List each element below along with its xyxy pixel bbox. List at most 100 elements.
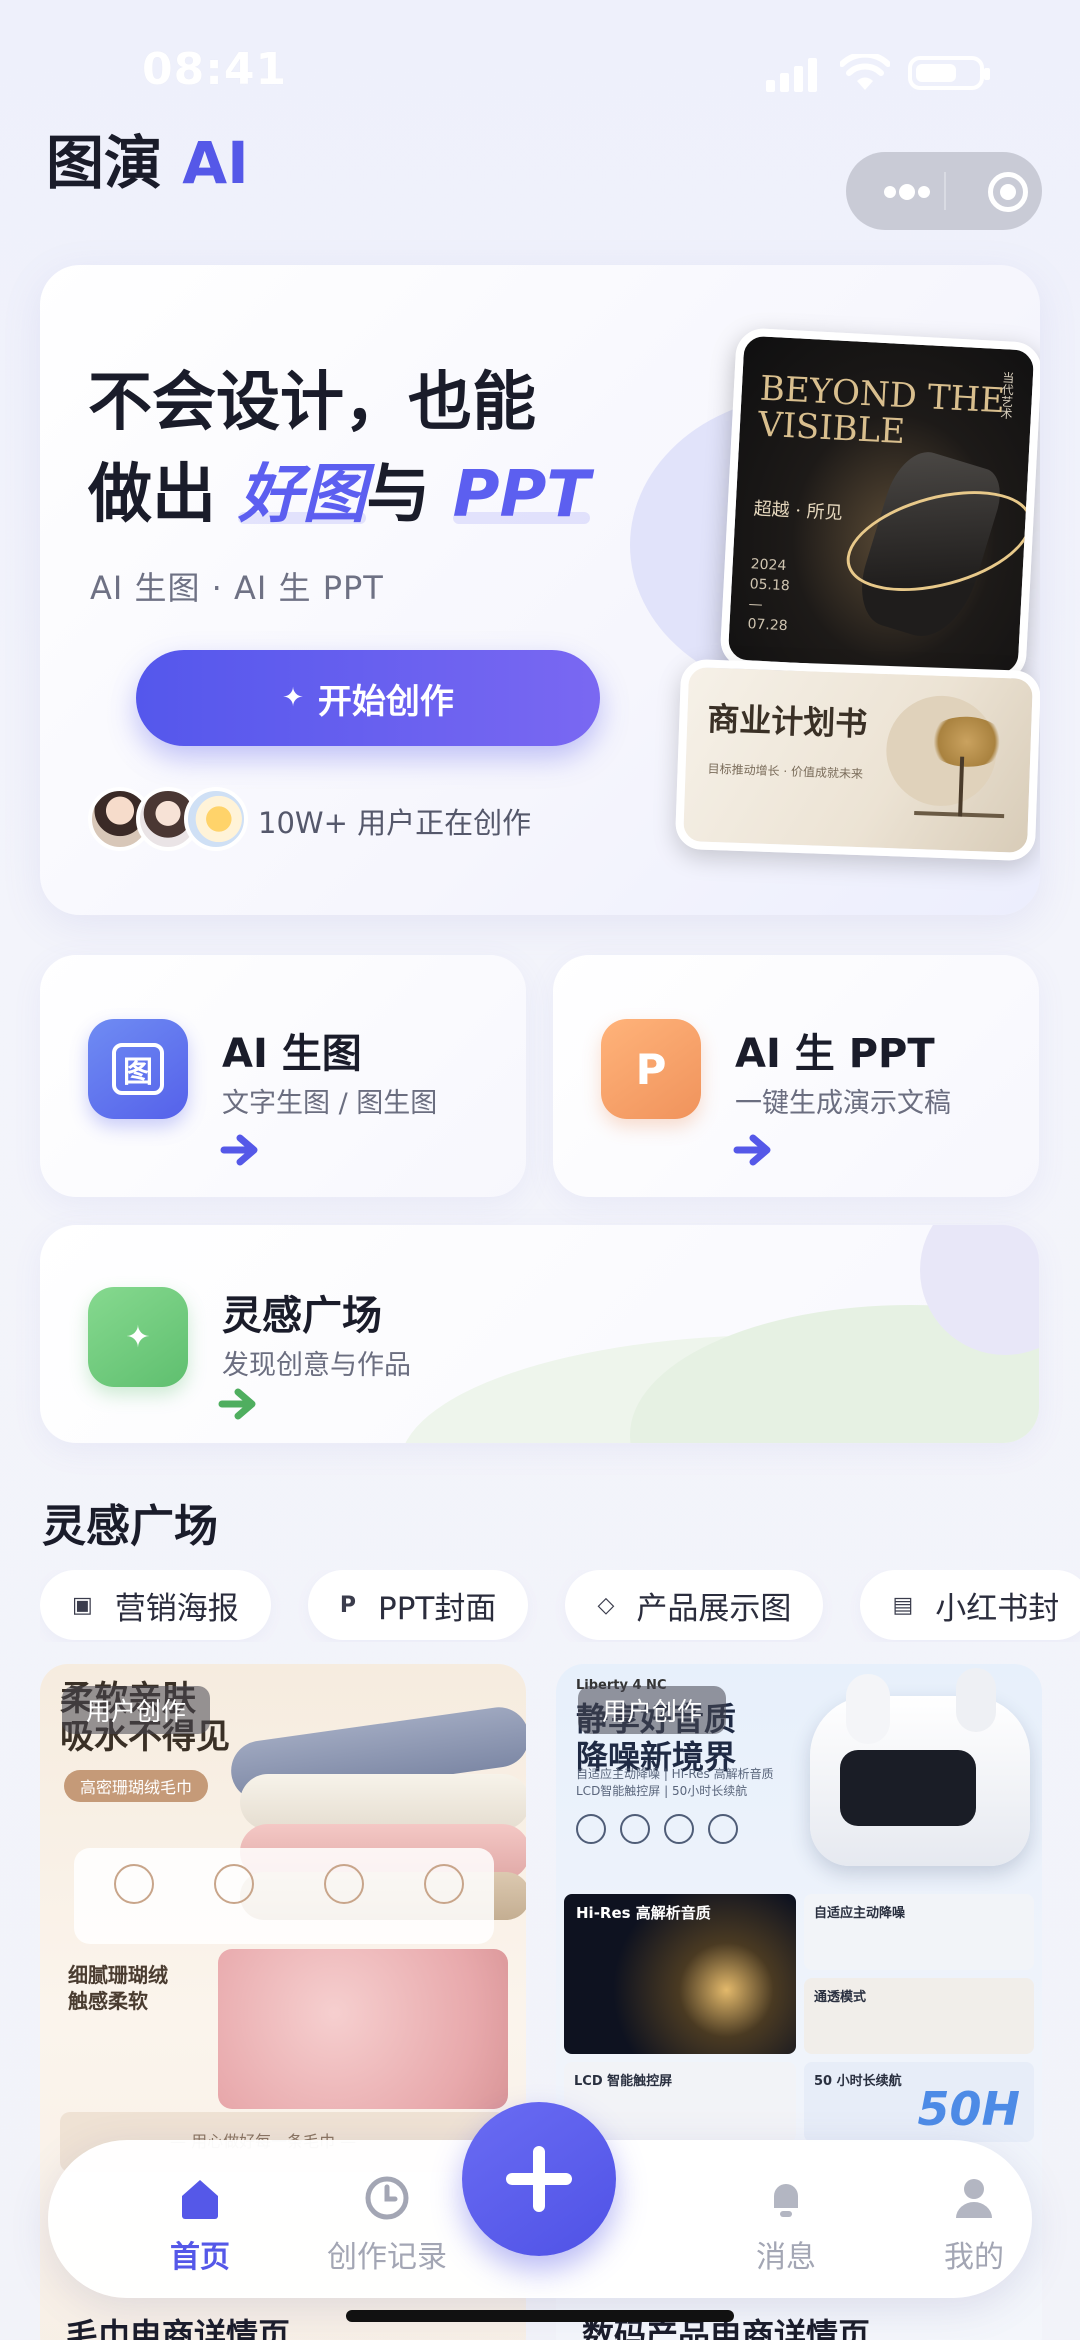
app-title: 图演 AI: [46, 116, 249, 200]
ppt-icon: P: [601, 1019, 701, 1119]
ppt-tree: [914, 715, 1008, 819]
sparkle-icon: ✦: [88, 1287, 188, 1387]
tab-label: 首页: [170, 2240, 230, 2275]
sparkle-icon: ✦: [282, 683, 304, 713]
avatar: [184, 787, 248, 851]
tab-label: 创作记录: [327, 2240, 447, 2275]
hero-headline-line1: 不会设计，也能: [88, 366, 536, 440]
earbuds-feature-icons: [576, 1814, 776, 1854]
towel-pill: 高密珊瑚绒毛巾: [64, 1770, 209, 1802]
more-icon[interactable]: [884, 183, 934, 200]
battery-icon: [908, 56, 990, 90]
chip-label: 小红书封: [935, 1590, 1060, 1627]
panel-label: 通透模式: [814, 1990, 867, 2005]
earbuds-case: [810, 1696, 1030, 1866]
poster-icon: ▣: [72, 1592, 93, 1618]
mini-program-capsule[interactable]: [846, 152, 1042, 230]
earbuds-panel-transparency: 通透模式: [804, 1978, 1034, 2054]
earbuds-panel-hires: Hi-Res 高解析音质: [564, 1894, 796, 2054]
ppt-icon: P: [339, 1592, 357, 1618]
inspiration-subtitle: 发现创意与作品: [222, 1350, 411, 1381]
towel-closeup: [218, 1949, 508, 2109]
section-title: 灵感广场: [42, 1501, 218, 1552]
tab-home[interactable]: 首页: [110, 2140, 290, 2298]
hero-card: 不会设计，也能 做出 好图与 PPT AI 生图 · AI 生 PPT ✦ 开始…: [40, 265, 1040, 915]
earbud-art: [956, 1668, 996, 1732]
battery-big-text: 50H: [917, 2082, 1020, 2136]
wave-icon: [324, 1864, 364, 1904]
status-bar: 08:41: [0, 0, 1080, 130]
ai-image-card[interactable]: 图 AI 生图 文字生图 / 图生图: [40, 955, 526, 1197]
capsule-divider: [944, 172, 946, 210]
chip-product-showcase[interactable]: ◇ 产品展示图: [565, 1570, 824, 1640]
hero-headline-prefix: 做出: [88, 458, 216, 532]
cloud-icon: [214, 1864, 254, 1904]
hero-accent-image: 好图: [238, 458, 367, 532]
poster-title: BEYOND THE VISIBLE: [757, 368, 1006, 453]
brand-ai: AI: [182, 129, 249, 197]
brand-name: 图演: [46, 129, 163, 197]
sample-ppt-cover: 商业计划书 目标推动增长 · 价值成就未来: [674, 658, 1040, 862]
chip-xiaohongshu-cover[interactable]: ▤ 小红书封: [860, 1570, 1080, 1640]
create-plus-button[interactable]: [462, 2102, 616, 2256]
panel-label: 自适应主动降噪: [814, 1906, 906, 1921]
signal-icon: [766, 58, 817, 92]
diamond-icon: ◇: [597, 1592, 615, 1618]
tab-label: 我的: [944, 2240, 1004, 2275]
hero-subtitle: AI 生图 · AI 生 PPT: [90, 569, 384, 607]
hero-headline-conj: 与: [366, 458, 431, 532]
chip-ppt-cover[interactable]: P PPT封面: [307, 1570, 529, 1640]
poster-subtitle: 超越 · 所见: [753, 498, 844, 524]
earbuds-panel-anc: 自适应主动降噪: [804, 1894, 1034, 1970]
poster-side-text: 当代艺术: [998, 371, 1016, 420]
inspiration-title: 灵感广场: [222, 1293, 382, 1339]
category-chips: ▣ 营销海报 P PPT封面 ◇ 产品展示图 ▤ 小红书封: [40, 1570, 1080, 1642]
status-time: 08:41: [142, 44, 288, 95]
bell-icon: [774, 2184, 798, 2217]
arrow-right-icon: [220, 1134, 258, 1166]
home-icon: [182, 2180, 218, 2219]
image-gen-icon: 图: [88, 1019, 188, 1119]
ai-ppt-subtitle: 一键生成演示文稿: [735, 1088, 951, 1119]
sample-poster-art: BEYOND THE VISIBLE 超越 · 所见 2024 05.18 — …: [719, 327, 1040, 683]
tab-label: 消息: [756, 2240, 816, 2275]
gallery-caption: 毛巾电商详情页: [66, 2316, 291, 2340]
ai-image-title: AI 生图: [222, 1031, 362, 1077]
shield-icon: [424, 1864, 464, 1904]
user-avatars: [88, 787, 258, 851]
hero-headline-line2: 做出 好图与 PPT: [88, 449, 590, 541]
tab-history[interactable]: 创作记录: [297, 2140, 477, 2298]
towel-sub: 细腻珊瑚绒 触感柔软: [68, 1963, 168, 2013]
inspiration-card[interactable]: ✦ 灵感广场 发现创意与作品: [40, 1225, 1039, 1443]
users-count-text: 10W+ 用户正在创作: [258, 806, 532, 840]
ppt-subtitle: 目标推动增长 · 价值成就未来: [707, 761, 864, 782]
ai-ppt-title: AI 生 PPT: [735, 1031, 935, 1077]
ppt-title: 商业计划书: [706, 699, 868, 744]
poster-dates: 2024 05.18 — 07.28: [747, 556, 791, 635]
tab-messages[interactable]: 消息: [696, 2140, 876, 2298]
user-icon: [956, 2179, 992, 2218]
close-target-icon[interactable]: [988, 172, 1028, 212]
hero-headline: 不会设计，也能 做出 好图与 PPT: [88, 357, 590, 541]
user-creation-badge: 用户创作: [62, 1686, 211, 1734]
earbuds-features-line: 自适应主动降噪 | Hi-Res 高解析音质 LCD智能触控屏 | 50小时长续…: [576, 1767, 774, 1798]
clock-icon: [365, 2176, 409, 2220]
arrow-right-icon: [733, 1134, 771, 1166]
ai-ppt-card[interactable]: P AI 生 PPT 一键生成演示文稿: [553, 955, 1039, 1197]
chip-marketing-poster[interactable]: ▣ 营销海报: [40, 1570, 271, 1640]
chip-label: 营销海报: [114, 1590, 239, 1627]
home-indicator: [346, 2310, 734, 2322]
drop-icon: [114, 1864, 154, 1904]
tab-me[interactable]: 我的: [884, 2140, 1064, 2298]
towel-features: [74, 1848, 494, 1944]
earbud-art: [846, 1674, 890, 1744]
panel-label: LCD 智能触控屏: [574, 2074, 673, 2089]
towel-art: [240, 1774, 526, 1830]
user-creation-badge: 用户创作: [578, 1686, 727, 1734]
chip-label: 产品展示图: [636, 1590, 792, 1627]
panel-label: Hi-Res 高解析音质: [576, 1904, 711, 1922]
start-create-button[interactable]: ✦ 开始创作: [136, 650, 600, 746]
earbuds-panel-battery: 50 小时长续航 50H: [804, 2062, 1034, 2142]
wifi-icon: [840, 54, 890, 90]
hero-accent-ppt: PPT: [452, 458, 591, 532]
